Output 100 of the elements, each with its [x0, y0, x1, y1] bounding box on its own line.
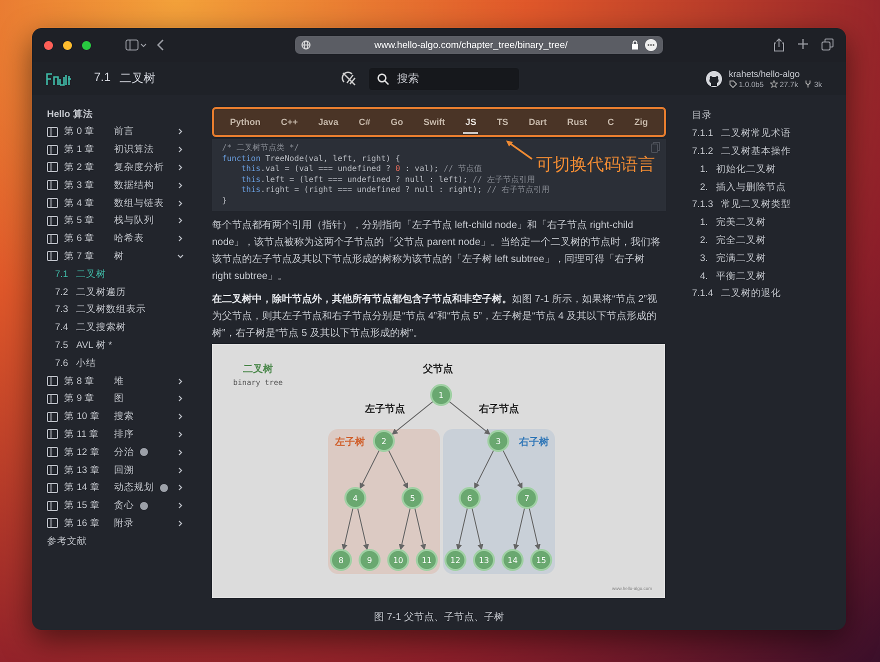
page-title: 二叉树 [120, 70, 156, 87]
more-icon [645, 39, 657, 51]
language-tab[interactable]: Rust [565, 110, 590, 134]
page-icon [47, 447, 58, 458]
url-text: www.hello-algo.com/chapter_tree/binary_tree/ [373, 40, 569, 50]
tabs-icon [821, 38, 834, 51]
chapter-number: 第 0 章 [64, 125, 96, 138]
tree-edge-arrow [528, 507, 541, 550]
language-tab[interactable]: Zig [632, 110, 650, 134]
language-tab[interactable]: Python [228, 110, 262, 134]
body-paragraph: 在二叉树中，除叶节点外，其他所有节点都包含子节点和非空子树。如图 7-1 所示，如果将“节点 2”视为父节点，则其左子节点和右子节点分别是“节点 4”和“节点 5”，左子树是“节点 4 及其以下节点形成的树”，右子树是“节点 5 及其以下节点形成的树”。 [212, 292, 658, 341]
left-child-label: 左子节点 [365, 404, 405, 415]
search-input[interactable]: 搜索 [397, 68, 512, 90]
maximize-button[interactable] [82, 40, 91, 50]
chapter-title: 排序 [114, 428, 134, 441]
chapter-title: 附录 [114, 516, 134, 530]
chapter-title: 初识算法 [114, 143, 154, 156]
tag-icon [728, 80, 737, 88]
sidebar-icon [125, 39, 147, 51]
toc-item[interactable]: 2. 完全二叉树 [692, 232, 846, 250]
chapter-title: 数组与链表 [114, 196, 164, 210]
chapter-number: 第 5 章 [64, 214, 96, 228]
chapter-number: 第 16 章 [64, 516, 101, 530]
language-tab[interactable]: JS [463, 110, 478, 134]
toc-item[interactable]: 7.1.2 二叉树基本操作 [692, 142, 846, 160]
chapter-number: 第 8 章 [64, 374, 96, 388]
chapter-item[interactable]: 第 12 章 分治 [47, 443, 200, 462]
logo-icon [46, 72, 72, 86]
page-icon [47, 500, 58, 511]
tree-edge-arrow [474, 449, 494, 490]
page-icon [47, 465, 58, 476]
page-icon [47, 251, 58, 262]
chapter-number: 第 6 章 [64, 232, 96, 246]
chapter-item[interactable]: 第 9 章 图 [47, 390, 200, 408]
share-icon [773, 38, 785, 52]
chapter-item[interactable]: 第 7 章 树 [47, 248, 200, 266]
address-bar[interactable]: www.hello-algo.com/chapter_tree/binary_tree/ [295, 36, 663, 54]
chapter-item[interactable]: 第 3 章 数据结构 [47, 176, 200, 194]
language-tab[interactable]: Java [316, 110, 340, 134]
toc-item[interactable]: 1. 完美二叉树 [692, 214, 846, 232]
chapter-item[interactable]: 第 5 章 栈与队列 [47, 212, 200, 230]
language-tab[interactable]: Swift [422, 110, 448, 134]
page-icon [47, 482, 58, 493]
chapter-title: 树 [114, 250, 124, 263]
chapter-number: 第 7 章 [64, 250, 96, 263]
chapter-item[interactable]: 第 15 章 贪心 [47, 496, 200, 515]
chapter-item[interactable]: 第 4 章 数组与链表 [47, 194, 200, 212]
chapter-number: 第 4 章 [64, 196, 96, 210]
page-icon [47, 198, 58, 208]
language-tab[interactable]: C [606, 110, 616, 134]
close-button[interactable] [44, 40, 53, 50]
chapter-number: 第 15 章 [64, 499, 101, 512]
chapter-item[interactable]: 第 16 章 附录 [47, 514, 200, 532]
globe-icon [301, 40, 311, 50]
tree-node: 1 [430, 384, 452, 406]
chapter-item[interactable]: 第 11 章 排序 [47, 426, 200, 444]
language-tab[interactable]: Go [388, 110, 406, 134]
toc-item[interactable]: 2. 插入与删除节点 [692, 178, 846, 196]
section-item[interactable]: 7.1 二叉树 [47, 265, 200, 284]
section-item[interactable]: 7.4 二叉搜索树 [47, 318, 200, 337]
chapter-item[interactable]: 第 1 章 初识算法 [47, 140, 200, 159]
toc-item[interactable]: 7.1.1 二叉树常见术语 [692, 124, 846, 143]
chapter-title: 动态规划 [114, 481, 154, 494]
toc-item[interactable]: 7.1.3 常见二叉树类型 [692, 196, 846, 214]
minimize-button[interactable] [63, 40, 72, 50]
section-item[interactable]: 7.6 小结 [47, 354, 200, 372]
language-tab[interactable]: C# [356, 110, 372, 134]
language-tab[interactable]: Dart [526, 110, 549, 134]
section-item[interactable]: 7.5 AVL 树 * [47, 336, 200, 354]
chapter-number: 第 3 章 [64, 178, 96, 192]
chapter-title: 堆 [114, 374, 124, 388]
search-icon [377, 72, 390, 84]
chapter-title: 数据结构 [114, 178, 154, 192]
chapter-item[interactable]: 第 8 章 堆 [47, 372, 200, 390]
chapter-number: 第 12 章 [64, 446, 101, 459]
repo-name[interactable]: krahets/hello-algo [728, 68, 822, 78]
chapter-title: 前言 [114, 125, 134, 138]
chapter-number: 第 1 章 [64, 143, 96, 156]
search-field[interactable]: 搜索 [369, 68, 520, 90]
section-item[interactable]: 7.2 二叉树遍历 [47, 283, 200, 301]
toc-item[interactable]: 7.1.4 二叉树的退化 [692, 284, 846, 303]
chapter-item[interactable]: 第 0 章 前言 [47, 123, 200, 141]
page-icon [47, 234, 58, 244]
references-link[interactable]: 参考文献 [47, 532, 200, 550]
chapter-item[interactable]: 第 13 章 回溯 [47, 461, 200, 479]
toc-item[interactable]: 1. 初始化二叉树 [692, 160, 846, 178]
chapter-item[interactable]: 第 2 章 复杂度分析 [47, 158, 200, 176]
language-tab[interactable]: TS [494, 110, 510, 134]
toc-item[interactable]: 3. 完满二叉树 [692, 249, 846, 268]
section-item[interactable]: 7.3 二叉树数组表示 [47, 300, 200, 319]
right-child-label: 右子节点 [479, 404, 519, 415]
chapter-item[interactable]: 第 10 章 搜索 [47, 408, 200, 426]
toc-title: 目录 [692, 109, 713, 124]
tree-edge-arrow [342, 507, 354, 550]
toc-item[interactable]: 4. 平衡二叉树 [692, 267, 846, 285]
chapter-item[interactable]: 第 14 章 动态规划 [47, 478, 200, 497]
fork-icon [804, 80, 812, 88]
chapter-title: 回溯 [114, 464, 134, 477]
chapter-item[interactable]: 第 6 章 哈希表 [47, 230, 200, 248]
language-tab[interactable]: C++ [278, 110, 300, 134]
